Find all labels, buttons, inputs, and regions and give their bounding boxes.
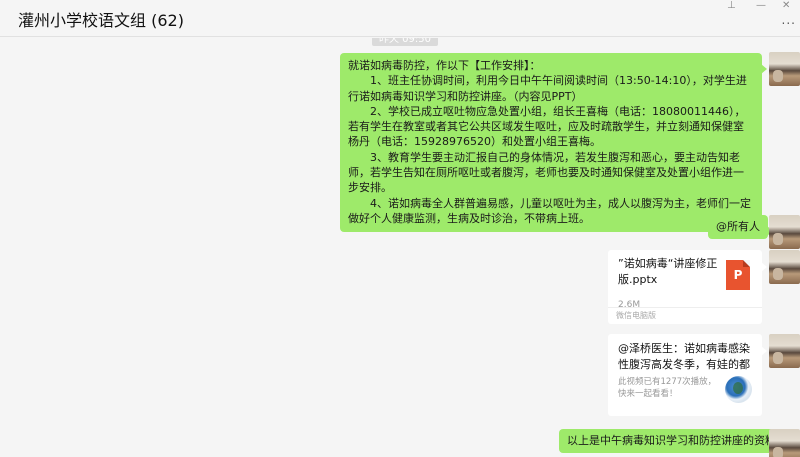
message-bubble-work-arrangement[interactable]: 就诺如病毒防控，作以下【工作安排】： 1、班主任协调时间，利用今日中午午间阅读时… [340,53,767,233]
file-message-card[interactable]: ”诺如病毒“讲座修正版.pptx 2.6M P 微信电脑版 [608,250,767,324]
link-description: 此视频已有1277次播放，快来一起看看！ [618,377,717,399]
message-bubble-materials-note[interactable]: 以上是中午病毒知识学习和防控讲座的资料 [559,429,789,453]
message-paragraph: 1、班主任协调时间，利用今日中午午间阅读时间（13:50-14:10），对学生进… [348,74,747,103]
avatar[interactable] [769,52,800,86]
file-name: ”诺如病毒“讲座修正版.pptx [618,257,718,286]
video-thumbnail [725,376,752,403]
pin-icon[interactable]: ⊥ [727,0,736,11]
message-paragraph: 2、学校已成立呕吐物应急处置小组，组长王喜梅（电话：18080011446），若… [348,104,746,149]
link-message-card[interactable]: @泽桥医生：诺如病毒感染性腹泻高发冬季，有娃的都要小心… 此视频已有1277次播… [608,334,767,416]
minimize-icon[interactable]: — [756,0,766,11]
message-bubble-mention-all[interactable]: @所有人 [708,215,773,239]
avatar[interactable] [769,429,800,457]
chat-header: 灌州小学校语文组 (62) ⊥ — ✕ ... [0,0,800,37]
message-timestamp: 昨天 09:50 [372,38,438,46]
file-source: 微信电脑版 [608,307,762,324]
more-options-button[interactable]: ... [782,13,796,27]
close-icon[interactable]: ✕ [782,0,790,11]
avatar[interactable] [769,334,800,368]
message-paragraph: 就诺如病毒防控，作以下【工作安排】： [348,59,541,72]
message-paragraph: 3、教育学生要主动汇报自己的身体情况，若发生腹泻和恶心，要主动告知老师，若学生告… [348,150,744,195]
link-title: @泽桥医生：诺如病毒感染性腹泻高发冬季，有娃的都要小心… [618,342,750,371]
chat-title: 灌州小学校语文组 (62) [18,11,184,30]
message-paragraph: 4、诺如病毒全人群普遍易感，儿童以呕吐为主，成人以腹泻为主，老师们一定做好个人健… [348,196,751,225]
message-list[interactable]: 昨天 09:50 就诺如病毒防控，作以下【工作安排】： 1、班主任协调时间，利用… [0,38,800,457]
ppt-file-icon: P [726,260,750,290]
avatar[interactable] [769,215,800,249]
avatar[interactable] [769,250,800,284]
